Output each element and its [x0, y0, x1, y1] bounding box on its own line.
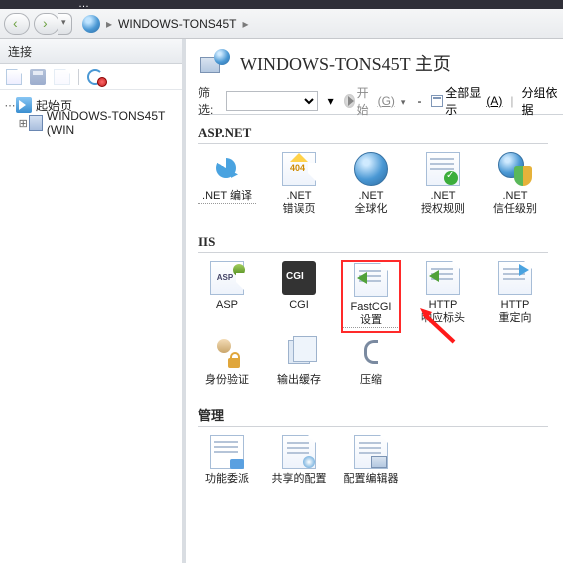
feature-fastcgi[interactable]: FastCGI 设置	[342, 261, 400, 332]
iis-grid: ASP CGI FastCGI 设置 HTTP 响应标头 HTTP 重定向 身份…	[198, 261, 563, 387]
feature-net-compile[interactable]: .NET 编译	[198, 152, 256, 216]
feature-net-globalization[interactable]: .NET 全球化	[342, 152, 400, 216]
group-header-aspnet: ASP.NET	[198, 125, 548, 144]
features-pane: WINDOWS-TONS45T 主页 筛选: ▾ 开始(G) - 全部显示(A)…	[190, 39, 563, 563]
titlebar-fragment: …	[0, 0, 563, 9]
show-all-button[interactable]: 全部显示(A)	[431, 84, 502, 118]
go-button[interactable]: 开始(G)	[344, 84, 395, 118]
toolbar-sep	[78, 69, 79, 85]
feature-shared-config[interactable]: 共享的配置	[270, 435, 328, 486]
filter-row: 筛选: ▾ 开始(G) - 全部显示(A) | 分组依据	[198, 91, 563, 115]
breadcrumb-sep2: ▸	[242, 17, 248, 31]
refresh-stop-icon[interactable]	[87, 69, 105, 85]
group-header-iis: IIS	[198, 234, 548, 253]
page-title-row: WINDOWS-TONS45T 主页	[198, 47, 563, 79]
server-home-icon	[198, 47, 230, 79]
server-icon	[29, 115, 43, 131]
group-header-mgmt: 管理	[198, 405, 548, 427]
nav-history-dropdown[interactable]	[58, 13, 72, 35]
sep: |	[510, 94, 513, 108]
feature-cgi[interactable]: CGI	[270, 261, 328, 332]
feature-authentication[interactable]: 身份验证	[198, 336, 256, 387]
expander-icon: ⋯	[4, 99, 16, 112]
connections-tree: ⋯ 起始页 ⊞ WINDOWS-TONS45T (WIN	[0, 90, 182, 138]
feature-delegation[interactable]: 功能委派	[198, 435, 256, 486]
filter-label: 筛选:	[198, 84, 222, 118]
go-dropdown[interactable]	[399, 94, 406, 108]
connections-pane: 连接 ⋯ 起始页 ⊞ WINDOWS-TONS45T (WIN	[0, 39, 186, 563]
nav-back-button[interactable]	[4, 13, 30, 35]
start-page-icon	[16, 97, 32, 113]
feature-net-trust[interactable]: .NET 信任级别	[486, 152, 544, 216]
filter-select[interactable]	[226, 91, 318, 111]
breadcrumb-bar: ▸ WINDOWS-TONS45T ▸	[0, 9, 563, 39]
groupby-button[interactable]: 分组依据	[521, 84, 563, 118]
feature-net-authorization[interactable]: .NET 授权规则	[414, 152, 472, 216]
feature-http-redirect[interactable]: HTTP 重定向	[486, 261, 544, 332]
open-icon[interactable]	[54, 69, 70, 85]
expander-icon[interactable]: ⊞	[18, 117, 29, 130]
tree-label: WINDOWS-TONS45T (WIN	[47, 109, 178, 137]
feature-http-response-headers[interactable]: HTTP 响应标头	[414, 261, 472, 332]
globe-icon	[82, 15, 100, 33]
connections-toolbar	[0, 64, 182, 90]
connections-header: 连接	[0, 39, 182, 64]
aspnet-grid: .NET 编译 .NET 错误页 .NET 全球化 .NET 授权规则 .NET…	[198, 152, 563, 216]
feature-output-cache[interactable]: 输出缓存	[270, 336, 328, 387]
breadcrumb-host[interactable]: WINDOWS-TONS45T	[118, 17, 236, 31]
tree-server-node[interactable]: ⊞ WINDOWS-TONS45T (WIN	[4, 114, 178, 132]
feature-asp[interactable]: ASP	[198, 261, 256, 332]
feature-net-error-pages[interactable]: .NET 错误页	[270, 152, 328, 216]
save-icon[interactable]	[30, 69, 46, 85]
new-connection-icon[interactable]	[6, 69, 22, 85]
feature-compression[interactable]: 压缩	[342, 336, 400, 387]
breadcrumb-sep: ▸	[106, 17, 112, 31]
feature-config-editor[interactable]: 配置编辑器	[342, 435, 400, 486]
mgmt-grid: 功能委派 共享的配置 配置编辑器	[198, 435, 563, 486]
page-title: WINDOWS-TONS45T 主页	[240, 50, 451, 76]
nav-forward-button[interactable]	[34, 13, 60, 35]
